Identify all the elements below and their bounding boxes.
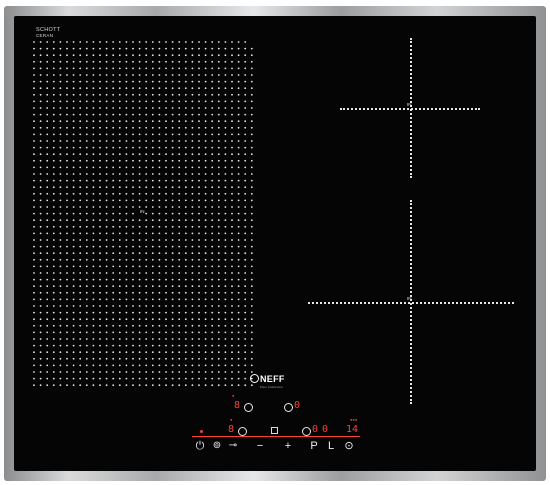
zone3-select-ring-icon[interactable]: [238, 427, 247, 436]
key-lock-button[interactable]: ⊸: [226, 440, 240, 452]
neff-logo-subtitle: Flex Induction: [260, 385, 283, 389]
zone-right-bottom-label: IN: [407, 296, 412, 301]
plus-button[interactable]: +: [282, 440, 294, 452]
zone3-timer-display: 0: [322, 424, 329, 435]
neff-ring-icon: [250, 374, 259, 383]
zone1-select-ring-icon[interactable]: [244, 403, 253, 412]
flex-zone-dot-grid[interactable]: [30, 38, 256, 390]
power-button[interactable]: ⏻: [194, 440, 206, 452]
bridge-zone-icon[interactable]: [271, 427, 278, 434]
schott-ceran-label: SCHOTT CERAN: [36, 27, 60, 38]
power-indicator-dot: [200, 430, 203, 433]
powerboost-button[interactable]: P: [308, 440, 320, 452]
control-slider-line[interactable]: [192, 436, 360, 437]
timer-button[interactable]: ⊙: [343, 440, 355, 452]
level-button[interactable]: L: [325, 440, 337, 452]
zone3-power-display: 0: [312, 424, 319, 435]
flex-zone-label: IN: [140, 209, 145, 214]
zone-right-top-label: IN: [407, 102, 412, 107]
neff-logo: NEFF Flex Induction: [250, 374, 285, 389]
zone2-select-ring-icon[interactable]: [284, 403, 293, 412]
zone1-level-display: 8: [234, 400, 241, 411]
zone1-power-display: 0: [294, 400, 301, 411]
neff-logo-text: NEFF: [260, 374, 285, 384]
flex-zone-dots: [33, 41, 253, 387]
zone2-indicator: ▪: [230, 417, 233, 422]
child-lock-button[interactable]: ⊚: [211, 440, 223, 452]
zone4-select-ring-icon[interactable]: [302, 427, 311, 436]
zone2-level-display: 8: [228, 424, 235, 435]
minus-button[interactable]: −: [254, 440, 266, 452]
timer-indicator: ▪▪▪: [350, 417, 358, 422]
zone1-indicator: ▪: [232, 393, 235, 398]
zone-right-bottom-vertical[interactable]: [410, 200, 412, 404]
ceramic-glass-cooktop: SCHOTT CERAN IN IN IN NEFF Flex Inductio…: [14, 16, 536, 471]
zone-right-top-vertical[interactable]: [410, 38, 412, 178]
timer-display: 14: [346, 424, 359, 435]
